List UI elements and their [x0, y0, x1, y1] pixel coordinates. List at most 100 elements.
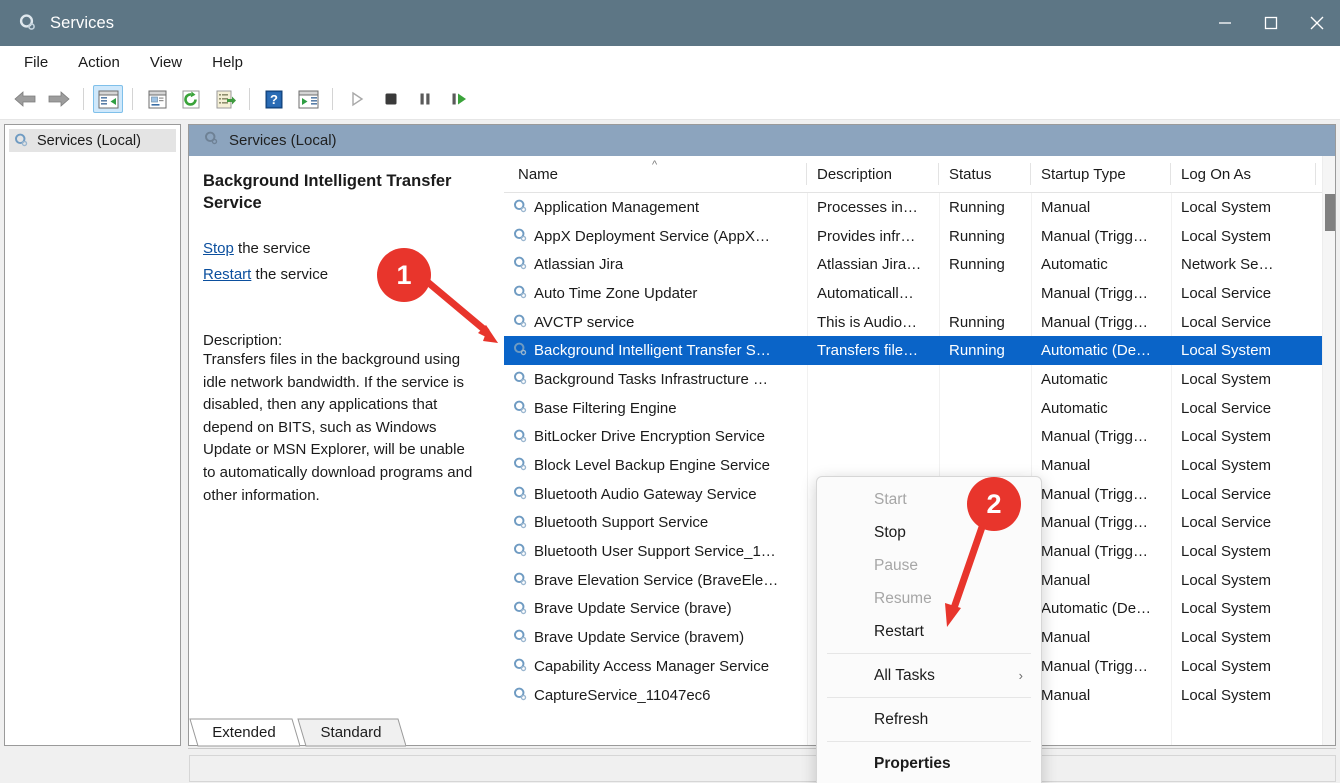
- window-title: Services: [50, 13, 115, 32]
- menu-action[interactable]: Action: [66, 50, 132, 75]
- cell-logon: Local System: [1181, 657, 1272, 675]
- cell-startup: Manual (Trigg…: [1041, 428, 1148, 446]
- show-action-pane-button[interactable]: [293, 85, 323, 113]
- cell-logon: Local Service: [1181, 514, 1272, 532]
- start-service-button[interactable]: [342, 85, 372, 113]
- cell-startup: Manual (Trigg…: [1041, 284, 1148, 302]
- menu-file[interactable]: File: [12, 50, 60, 75]
- properties-button[interactable]: [142, 85, 172, 113]
- services-gear-icon: [203, 130, 220, 152]
- cell-logon: Local Service: [1181, 284, 1272, 302]
- annotation-badge-2: 2: [967, 477, 1021, 531]
- pause-service-button[interactable]: [410, 85, 440, 113]
- table-row[interactable]: Application Management Processes in… Runni…: [504, 193, 1335, 222]
- menu-divider: [827, 653, 1031, 654]
- cell-description: Atlassian Jira…: [817, 256, 922, 274]
- minimize-button[interactable]: [1202, 0, 1248, 46]
- menu-item-refresh[interactable]: Refresh: [817, 703, 1041, 736]
- console-tab-services-local[interactable]: Services (Local): [189, 125, 499, 156]
- column-header-name[interactable]: Name ^: [504, 156, 807, 192]
- table-row[interactable]: Atlassian Jira Atlassian Jira… Running Auto…: [504, 250, 1335, 279]
- restart-service-link[interactable]: Restart: [203, 266, 251, 283]
- table-row[interactable]: Base Filtering Engine Automatic Local Serv…: [504, 394, 1335, 423]
- tab-extended[interactable]: Extended: [188, 718, 300, 747]
- menu-item-all-tasks[interactable]: All Tasks ›: [817, 659, 1041, 692]
- stop-service-link[interactable]: Stop: [203, 240, 234, 257]
- menu-help[interactable]: Help: [200, 50, 255, 75]
- services-window: Services File Action View Help ? Service…: [0, 0, 1340, 783]
- close-button[interactable]: [1294, 0, 1340, 46]
- back-button[interactable]: [10, 85, 40, 113]
- column-header-description-label: Description: [817, 165, 893, 183]
- title-bar: Services: [0, 0, 1340, 46]
- cell-status: Running: [949, 342, 1005, 360]
- cell-logon: Local Service: [1181, 485, 1272, 503]
- cell-name: Auto Time Zone Updater: [534, 284, 698, 302]
- forward-button[interactable]: [44, 85, 74, 113]
- description-text: Transfers files in the background using …: [203, 351, 473, 504]
- annotation-badge-2-number: 2: [986, 488, 1002, 519]
- column-header-log-on-as[interactable]: Log On As: [1171, 156, 1316, 192]
- play-triangle-icon: [352, 91, 364, 107]
- cell-name: Brave Update Service (brave): [534, 600, 732, 618]
- stop-service-link-row: Stop the service: [203, 236, 488, 262]
- vertical-scrollbar[interactable]: [1322, 156, 1335, 745]
- table-row[interactable]: Auto Time Zone Updater Automaticall… Manua…: [504, 279, 1335, 308]
- column-header-logon-label: Log On As: [1181, 165, 1252, 183]
- close-icon: [1310, 16, 1324, 30]
- table-row[interactable]: Background Intelligent Transfer S… Transf…: [504, 336, 1335, 366]
- cell-logon: Local System: [1181, 571, 1272, 589]
- export-list-button[interactable]: [210, 85, 240, 113]
- table-row[interactable]: Background Tasks Infrastructure … Automat…: [504, 365, 1335, 394]
- menu-item-label: Start: [874, 490, 907, 508]
- cell-name: Bluetooth User Support Service_1…: [534, 543, 776, 561]
- cell-startup: Manual (Trigg…: [1041, 657, 1148, 675]
- services-gear-icon: [19, 14, 35, 30]
- table-row[interactable]: AVCTP service This is Audio… Running Manual…: [504, 308, 1335, 337]
- menu-item-label: Resume: [874, 589, 932, 607]
- restart-service-button[interactable]: [444, 85, 474, 113]
- help-button[interactable]: ?: [259, 85, 289, 113]
- toolbar-separator: [83, 88, 84, 110]
- table-row[interactable]: BitLocker Drive Encryption Service Manual…: [504, 423, 1335, 452]
- stop-link-suffix: the service: [233, 240, 311, 257]
- content-area: Services (Local) Services (Local) Backgr…: [0, 120, 1340, 783]
- cell-startup: Manual: [1041, 457, 1091, 475]
- table-row[interactable]: AppX Deployment Service (AppX… Provides i…: [504, 222, 1335, 251]
- export-list-icon: [216, 90, 236, 108]
- sidebar-item-services-local[interactable]: Services (Local): [9, 129, 176, 152]
- cell-name: Block Level Backup Engine Service: [534, 457, 770, 475]
- annotation-badge-1: 1: [377, 248, 431, 302]
- chevron-up-icon: ^: [652, 159, 658, 171]
- column-header-status[interactable]: Status: [939, 156, 1031, 192]
- cell-logon: Local System: [1181, 629, 1272, 647]
- tab-standard[interactable]: Standard: [296, 718, 406, 747]
- right-arrow-icon: [48, 91, 70, 107]
- column-header-name-label: Name: [518, 165, 559, 183]
- column-header-description[interactable]: Description: [807, 156, 939, 192]
- column-header-status-label: Status: [949, 165, 992, 183]
- cell-status: Running: [949, 256, 1005, 274]
- toolbar-separator: [332, 88, 333, 110]
- cell-name: Atlassian Jira: [534, 256, 624, 274]
- maximize-button[interactable]: [1248, 0, 1294, 46]
- cell-name: Brave Elevation Service (BraveEle…: [534, 571, 779, 589]
- menu-view[interactable]: View: [138, 50, 194, 75]
- sidebar-item-label: Services (Local): [37, 132, 141, 149]
- cell-startup: Manual: [1041, 629, 1091, 647]
- menu-item-properties[interactable]: Properties: [817, 747, 1041, 780]
- cell-status: [939, 279, 1041, 308]
- show-hide-console-tree-button[interactable]: [93, 85, 123, 113]
- refresh-button[interactable]: [176, 85, 206, 113]
- action-pane-icon: [298, 90, 318, 108]
- stop-service-button[interactable]: [376, 85, 406, 113]
- pause-bars-icon: [420, 93, 430, 105]
- cell-startup: Manual (Trigg…: [1041, 313, 1148, 331]
- cell-status: [939, 365, 1041, 394]
- cell-logon: Local System: [1181, 227, 1272, 245]
- column-header-startup-type[interactable]: Startup Type: [1031, 156, 1171, 192]
- cell-startup: Manual: [1041, 686, 1091, 704]
- list-header-row: Name ^ Description Status Startup Type L…: [504, 156, 1335, 193]
- cell-logon: Network Se…: [1181, 256, 1274, 274]
- scrollbar-thumb[interactable]: [1325, 194, 1335, 231]
